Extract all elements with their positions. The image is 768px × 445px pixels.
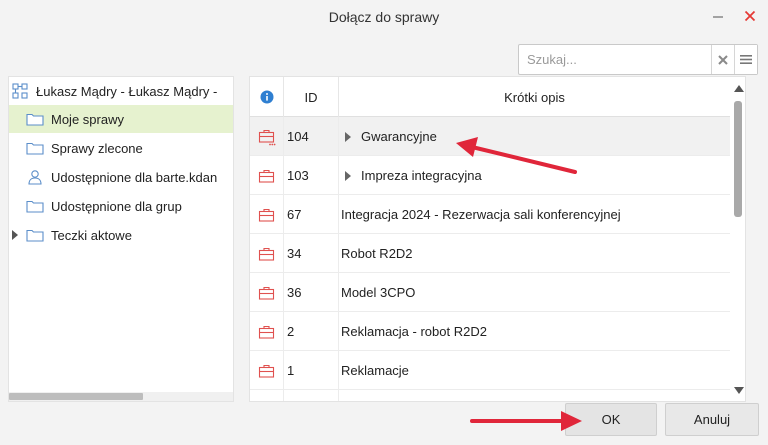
row-description: Gwarancyjne [339,117,730,156]
window-title: Dołącz do sprawy [328,9,440,25]
table-cell [250,390,284,401]
row-id: 34 [284,234,339,273]
row-id: 36 [284,273,339,312]
table-row[interactable]: 104 Gwarancyjne [250,117,730,156]
briefcase-icon [250,195,284,234]
row-id: 1 [284,351,339,390]
table-row[interactable]: 103 Impreza integracyjna [250,156,730,195]
briefcase-icon [250,234,284,273]
row-description: Reklamacja - robot R2D2 [339,312,730,351]
row-description: Impreza integracyjna [339,156,730,195]
tree-item-moje-sprawy[interactable]: Moje sprawy [9,105,233,133]
expand-arrow-icon[interactable] [12,230,18,240]
folder-icon [25,139,45,157]
expand-arrow-icon[interactable] [345,170,351,181]
cases-table: ID Krótki opis 104 Gwarancyjne 103 Impre… [249,76,746,402]
expand-arrow-icon[interactable] [345,131,351,142]
row-description-text: Impreza integracyjna [361,168,482,183]
folder-tree: Łukasz Mądry - Łukasz Mądry - Moje spraw… [8,76,234,402]
info-icon[interactable] [250,77,284,117]
row-description-text: Model 3CPO [341,285,416,300]
briefcase-icon [250,156,284,195]
briefcase-icon [250,117,284,156]
close-icon[interactable] [740,6,760,26]
tree-item-label: Moje sprawy [51,111,124,127]
tree-item-label: Łukasz Mądry - Łukasz Mądry - [36,83,218,99]
row-description-text: Gwarancyjne [361,129,437,144]
cancel-button[interactable]: Anuluj [665,403,759,436]
tree-item-teczki-aktowe[interactable]: Teczki aktowe [9,221,233,249]
row-description-text: Reklamacja - robot R2D2 [341,324,487,339]
search-box [518,44,758,75]
row-description-text: Robot R2D2 [341,246,413,261]
scrollbar-thumb[interactable] [9,393,143,400]
row-description: Integracja 2024 - Rezerwacja sali konfer… [339,195,730,234]
row-id: 67 [284,195,339,234]
tree-item-label: Udostępnione dla barte.kdan [51,169,218,185]
minimize-icon[interactable] [708,6,728,26]
column-header-id[interactable]: ID [284,77,339,117]
table-row[interactable]: 34 Robot R2D2 [250,234,730,273]
row-description: Reklamacje [339,351,730,390]
user-icon [25,168,45,186]
table-row[interactable]: 36 Model 3CPO [250,273,730,312]
scroll-up-arrow-icon[interactable] [734,85,744,92]
hierarchy-icon [10,82,30,100]
title-bar: Dołącz do sprawy [0,0,768,34]
search-input[interactable] [519,45,711,74]
folder-icon [25,110,45,128]
folder-icon [25,197,45,215]
tree-item-sprawy-zlecone[interactable]: Sprawy zlecone [9,134,233,162]
tree-item-label: Udostępnione dla grup [51,198,182,214]
briefcase-icon [250,351,284,390]
tree-item-udostepnione-grupy[interactable]: Udostępnione dla grup [9,192,233,220]
ok-button[interactable]: OK [565,403,657,436]
row-id: 104 [284,117,339,156]
tree-item-udostepnione-user[interactable]: Udostępnione dla barte.kdan [9,163,233,191]
scroll-down-arrow-icon[interactable] [734,387,744,394]
table-header: ID Krótki opis [250,77,730,117]
scrollbar-thumb[interactable] [734,101,742,217]
tree-item-label: Sprawy zlecone [51,140,143,156]
tree-item-root[interactable]: Łukasz Mądry - Łukasz Mądry - [9,77,233,105]
column-header-description[interactable]: Krótki opis [339,77,730,117]
tree-item-label: Teczki aktowe [51,227,132,243]
row-description-text: Integracja 2024 - Rezerwacja sali konfer… [341,207,621,222]
table-row[interactable]: 1 Reklamacje [250,351,730,390]
table-row[interactable]: 2 Reklamacja - robot R2D2 [250,312,730,351]
table-row-partial[interactable] [250,390,730,401]
table-cell [284,390,339,401]
row-id: 2 [284,312,339,351]
horizontal-scrollbar[interactable] [9,392,233,401]
briefcase-icon [250,273,284,312]
row-description: Robot R2D2 [339,234,730,273]
row-id: 103 [284,156,339,195]
row-description-text: Reklamacje [341,363,409,378]
hamburger-menu-icon[interactable] [734,45,757,74]
briefcase-icon [250,312,284,351]
folder-icon [25,226,45,244]
table-row[interactable]: 67 Integracja 2024 - Rezerwacja sali kon… [250,195,730,234]
clear-x-icon[interactable] [711,45,734,74]
vertical-scrollbar[interactable] [730,77,745,401]
row-description: Model 3CPO [339,273,730,312]
